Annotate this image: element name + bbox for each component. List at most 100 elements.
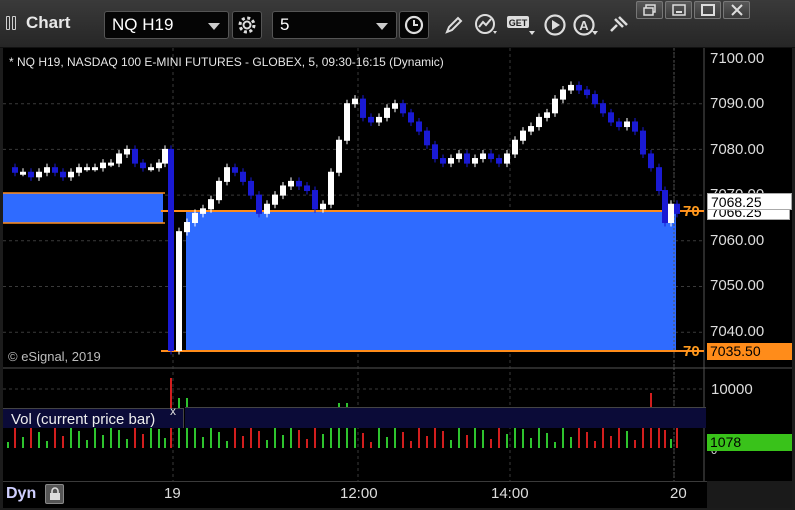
play-button[interactable] xyxy=(540,11,570,39)
chart-area[interactable]: * NQ H19, NASDAQ 100 E-MINI FUTURES - GL… xyxy=(3,48,792,508)
symbol-value: NQ H19 xyxy=(112,15,174,34)
candle-body xyxy=(624,121,630,128)
lock-button[interactable] xyxy=(45,484,64,504)
candle-body xyxy=(536,116,542,128)
candle-body xyxy=(432,144,438,160)
candle-body xyxy=(600,103,606,114)
candle-body xyxy=(76,167,82,173)
candle-body xyxy=(608,112,614,123)
candle-body xyxy=(648,153,654,169)
candle-body xyxy=(20,171,26,175)
candle-body xyxy=(68,171,74,178)
candle-body xyxy=(232,167,238,173)
restore-window-button[interactable] xyxy=(636,1,663,19)
candle-body xyxy=(424,130,430,146)
candle-body xyxy=(656,167,662,192)
studies-button[interactable] xyxy=(472,11,502,39)
dynamic-mode-label[interactable]: Dyn xyxy=(6,485,36,503)
candle-body xyxy=(568,84,574,91)
candle-body xyxy=(448,158,454,164)
candle-body xyxy=(148,167,154,171)
candle-body xyxy=(328,171,334,205)
candle-body xyxy=(12,167,18,173)
volume-pane-close-button[interactable]: x xyxy=(170,404,176,418)
candle-body xyxy=(124,148,130,155)
candle-body xyxy=(400,103,406,114)
candle-body xyxy=(192,212,198,224)
candle-body xyxy=(184,222,190,233)
candle-body xyxy=(512,139,518,155)
top-line-label: 70 xyxy=(683,203,700,220)
chart-canvas[interactable] xyxy=(3,48,792,508)
bottom-line-price-tag: 7035.50 xyxy=(707,343,792,360)
candle-body xyxy=(662,190,668,224)
candle-body xyxy=(552,98,558,114)
pin-icon xyxy=(610,16,628,32)
candle-body xyxy=(504,153,510,164)
candle-body xyxy=(674,203,680,214)
candle-body xyxy=(408,112,414,123)
candle-body xyxy=(224,167,230,182)
play-icon xyxy=(544,14,566,36)
candle-body xyxy=(528,126,534,132)
candle-body xyxy=(368,116,374,123)
candle-body xyxy=(36,171,42,178)
candle-body xyxy=(248,180,254,196)
pencil-icon xyxy=(445,16,463,34)
symbol-combobox[interactable]: NQ H19 xyxy=(104,11,229,39)
interval-combobox[interactable]: 5 xyxy=(272,11,397,39)
candle-body xyxy=(520,130,526,141)
candle-body xyxy=(640,130,646,155)
draw-button[interactable] xyxy=(439,11,469,39)
minimize-window-button[interactable] xyxy=(665,1,692,19)
candle-body xyxy=(200,208,206,214)
candle-body xyxy=(28,171,34,178)
maximize-window-button[interactable] xyxy=(694,1,721,19)
candle-body xyxy=(264,203,270,214)
volume-pane-title: Vol (current price bar) xyxy=(11,411,156,428)
candle-body xyxy=(116,153,122,164)
window-title: Chart xyxy=(26,13,71,32)
candle-body xyxy=(560,89,566,100)
candle-body xyxy=(360,98,366,118)
time-axis-label: 20 xyxy=(670,485,687,502)
candle-body xyxy=(60,171,66,178)
candle-body xyxy=(168,148,174,351)
candle-body xyxy=(616,121,622,128)
price-axis-label: 7060.00 xyxy=(710,232,765,249)
price-axis-label: 7100.00 xyxy=(710,50,765,67)
close-window-button[interactable] xyxy=(723,1,750,19)
time-button[interactable] xyxy=(399,11,429,39)
a-icon: A xyxy=(573,14,598,36)
volume-pane-strip xyxy=(185,407,706,428)
candle-body xyxy=(256,194,262,214)
chevron-down-icon xyxy=(208,23,220,30)
price-axis-label: 7050.00 xyxy=(710,277,765,294)
candle-body xyxy=(272,194,278,205)
candle-body xyxy=(416,121,422,132)
gap-zone xyxy=(186,212,676,351)
price-axis-label: 7040.00 xyxy=(710,323,765,340)
settings-button[interactable] xyxy=(232,11,262,39)
link-button[interactable] xyxy=(603,11,633,39)
alerts-button[interactable]: A xyxy=(571,11,601,39)
candle-body xyxy=(488,153,494,160)
candle-body xyxy=(280,185,286,196)
candle-body xyxy=(472,158,478,164)
chart-window-icon xyxy=(6,16,20,30)
candle-body xyxy=(288,180,294,187)
bottom-line-label: 70 xyxy=(683,343,700,360)
candle-body xyxy=(544,112,550,118)
candle-body xyxy=(208,199,214,210)
minimize-icon xyxy=(671,4,686,16)
toolbar: Chart NQ H19 5 GET A xyxy=(0,0,795,48)
time-axis-label: 12:00 xyxy=(340,485,378,502)
get-data-button[interactable]: GET xyxy=(505,11,539,39)
watermark: © eSignal, 2019 xyxy=(8,349,101,364)
candle-body xyxy=(52,167,58,173)
restore-icon xyxy=(642,4,656,16)
lock-icon xyxy=(49,487,60,500)
candle-body xyxy=(100,162,106,169)
candle-body xyxy=(140,162,146,169)
get-icon: GET xyxy=(507,16,535,35)
